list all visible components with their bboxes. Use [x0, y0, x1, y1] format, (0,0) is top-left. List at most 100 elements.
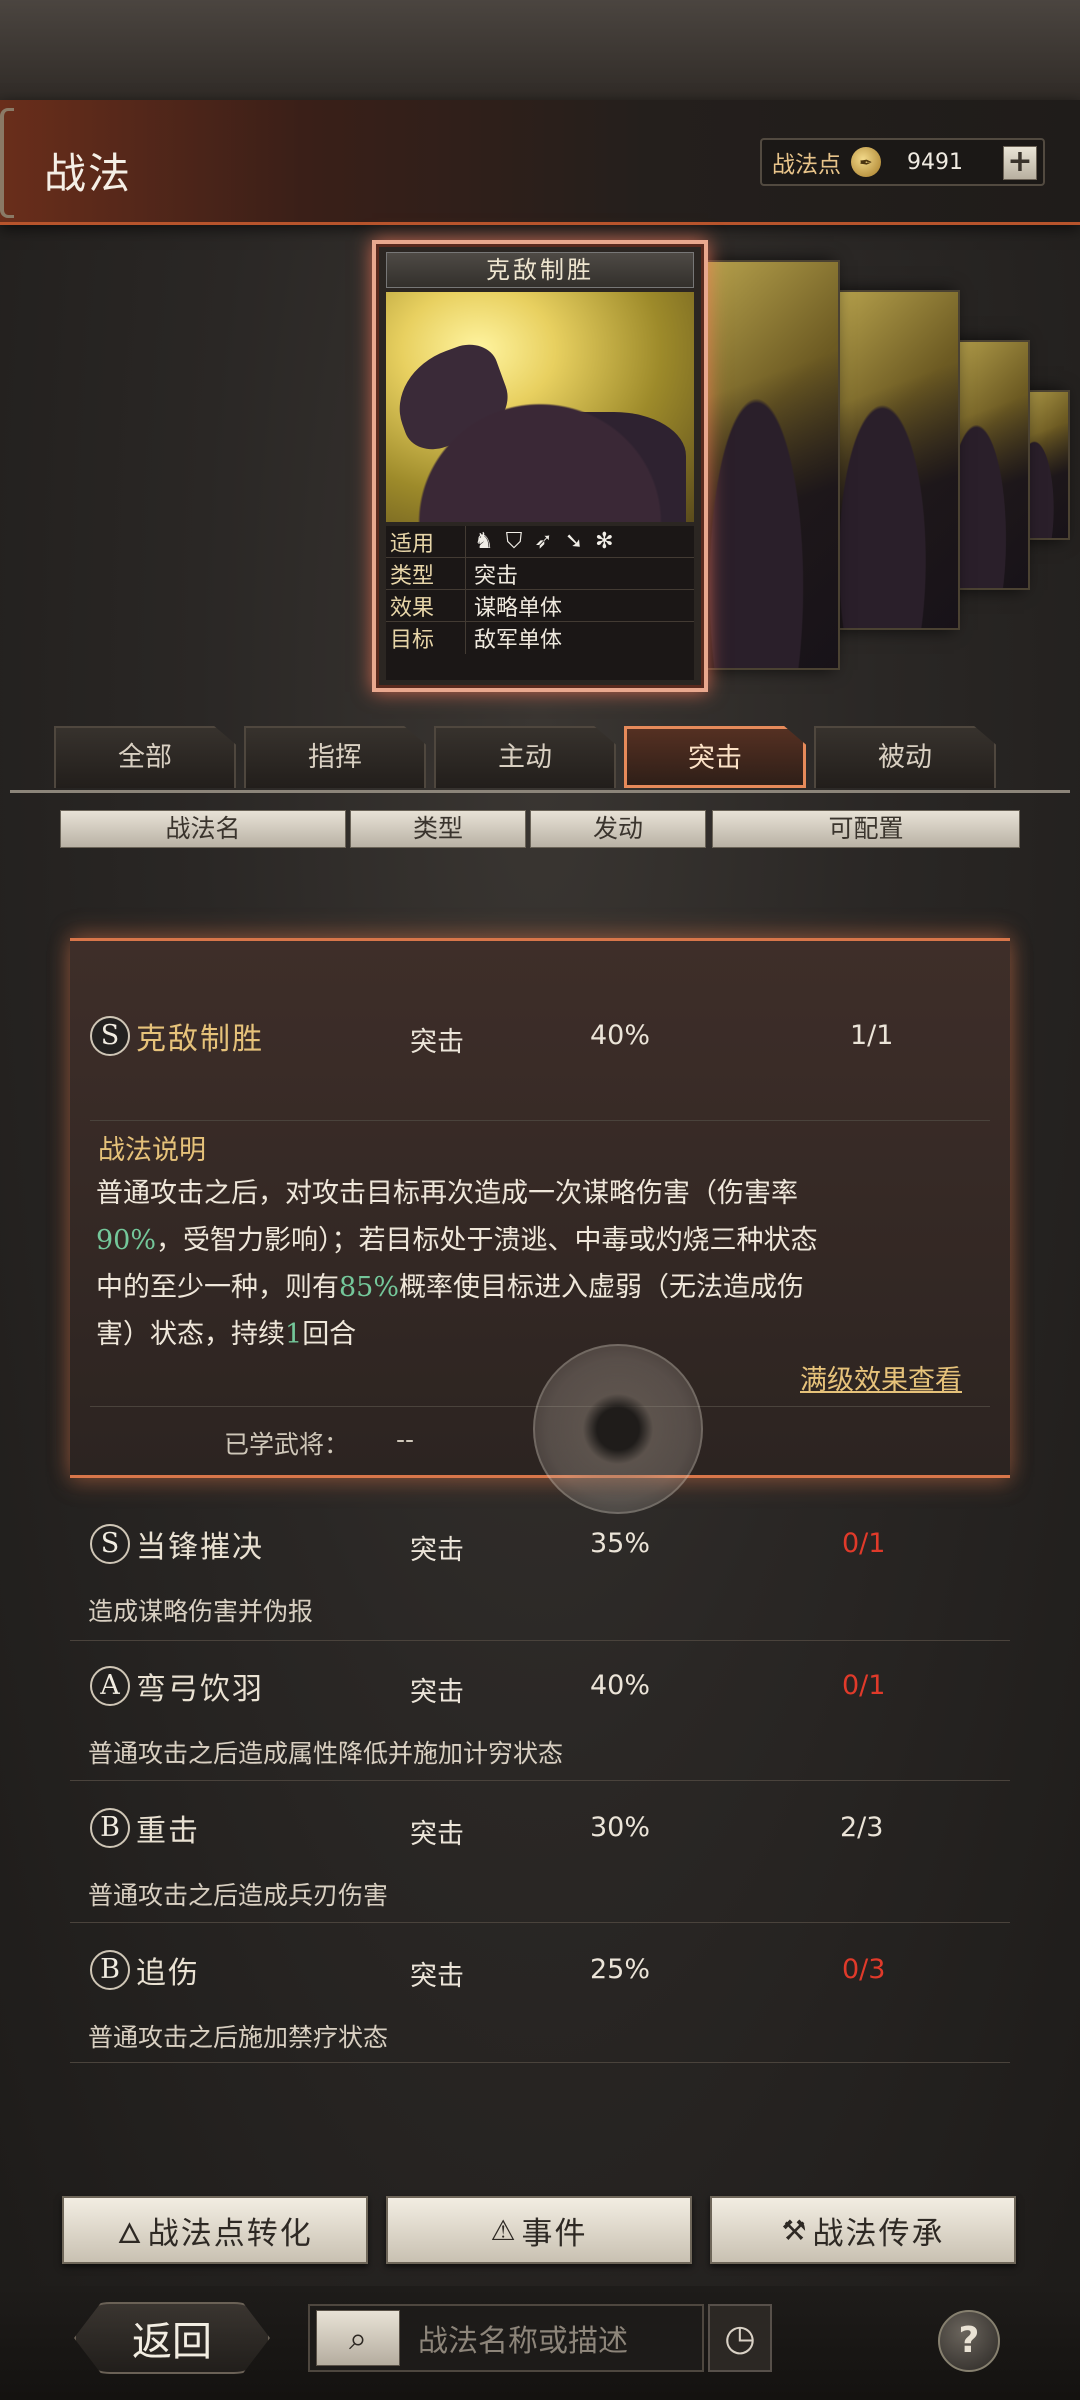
tactic-config: 1/1 — [850, 1020, 894, 1051]
learned-generals-value: -- — [396, 1425, 415, 1454]
grade-badge: A — [90, 1666, 130, 1706]
history-clock-icon[interactable]: ◷ — [708, 2304, 772, 2372]
grade-badge: B — [90, 1808, 130, 1848]
carousel-card-3[interactable] — [830, 290, 960, 630]
help-icon[interactable]: ? — [938, 2310, 1000, 2372]
carousel-card-2[interactable] — [700, 260, 840, 670]
grade-badge: S — [90, 1016, 130, 1056]
learned-generals-label: 已学武将： — [224, 1430, 350, 1459]
tab-passive[interactable]: 被动 — [814, 726, 996, 788]
desc-highlight: 85% — [339, 1272, 400, 1303]
card-info: 适用 ♞ ⛉ ➶ ➘ ✻ 类型 突击 效果 谋略单体 目标 敌军单体 — [386, 526, 694, 680]
tactic-summary: 普通攻击之后造成属性降低并施加计穷状态 — [88, 1739, 564, 1768]
hammer-icon: ⚒ — [781, 2213, 809, 2247]
touch-indicator — [533, 1344, 703, 1514]
column-header-configurable[interactable]: 可配置 — [712, 810, 1020, 848]
card-key: 效果 — [386, 590, 466, 621]
category-tabs: 全部 指挥 主动 突击 被动 — [54, 726, 998, 788]
tactic-type: 突击 — [410, 1961, 464, 1992]
siege-wheel-icon: ✻ — [595, 529, 614, 554]
search-icon[interactable]: ⌕ — [316, 2310, 400, 2366]
desc-highlight: 90% — [96, 1225, 157, 1256]
tactic-name: 重击 — [136, 1814, 200, 1849]
desc-line: 普通攻击之后，对攻击目标再次造成一次谋略伤害（伤害率 — [96, 1178, 798, 1209]
tactic-type: 突击 — [410, 1027, 464, 1058]
card-row-usable: 适用 ♞ ⛉ ➶ ➘ ✻ — [386, 526, 694, 558]
desc-line: ，受智力影响）；若目标处于溃逃、中毒或灼烧三种状态 — [156, 1225, 818, 1256]
button-label: 战法点转化 — [147, 2215, 313, 2252]
card-value: 敌军单体 — [474, 628, 563, 653]
tactic-name: 当锋摧决 — [136, 1530, 264, 1565]
divider — [90, 1120, 990, 1121]
tab-command[interactable]: 指挥 — [244, 726, 426, 788]
card-value: 谋略单体 — [474, 595, 563, 621]
search-placeholder[interactable]: 战法名称或描述 — [418, 2316, 628, 2360]
button-label: 战法传承 — [812, 2215, 945, 2252]
desc-line: 害）状态，持续 — [96, 1319, 285, 1350]
card-key: 类型 — [386, 558, 466, 589]
shield-icon: ⛉ — [505, 529, 523, 554]
grade-badge: B — [90, 1950, 130, 1990]
grade-badge: S — [90, 1524, 130, 1564]
tactic-name: 弯弓饮羽 — [136, 1672, 264, 1707]
tactic-config: 0/1 — [842, 1670, 886, 1701]
card-title: 克敌制胜 — [386, 252, 694, 288]
tactic-rate: 25% — [590, 1954, 651, 1985]
tab-active[interactable]: 主动 — [434, 726, 616, 788]
spear-icon: ➘ — [564, 529, 584, 554]
column-header-trigger[interactable]: 发动 — [530, 810, 706, 848]
events-button[interactable]: ⚠ 事件 — [386, 2196, 692, 2264]
tactic-points-coin-icon: ✒ — [851, 147, 881, 177]
tactic-type: 突击 — [410, 1819, 464, 1850]
convert-points-button[interactable]: 🜂 战法点转化 — [62, 2196, 368, 2264]
tactic-rate: 40% — [590, 1020, 651, 1051]
tactic-config: 0/3 — [842, 1954, 886, 1985]
divider — [70, 1922, 1010, 1923]
tab-all[interactable]: 全部 — [54, 726, 236, 788]
tactic-name: 克敌制胜 — [136, 1022, 264, 1057]
card-key: 目标 — [386, 622, 466, 654]
tactic-name: 追伤 — [136, 1956, 200, 1991]
top-strip — [0, 0, 1080, 100]
tactic-rate: 40% — [590, 1670, 651, 1701]
divider — [70, 1640, 1010, 1641]
tactic-type: 突击 — [410, 1677, 464, 1708]
card-key: 适用 — [386, 526, 466, 557]
tactic-description: 普通攻击之后，对攻击目标再次造成一次谋略伤害（伤害率 90%，受智力影响）；若目… — [96, 1170, 1016, 1358]
button-label: 事件 — [521, 2215, 588, 2252]
description-title: 战法说明 — [98, 1135, 206, 1166]
tactic-summary: 普通攻击之后施加禁疗状态 — [88, 2023, 389, 2052]
search-box[interactable]: ⌕ 战法名称或描述 — [308, 2304, 704, 2372]
column-header-type[interactable]: 类型 — [350, 810, 526, 848]
card-row-effect: 效果 谋略单体 — [386, 590, 694, 622]
card-artwork — [383, 292, 694, 522]
desc-line: 回合 — [302, 1319, 357, 1350]
card-row-target: 目标 敌军单体 — [386, 622, 694, 654]
page-title: 战法 — [44, 149, 133, 198]
back-button[interactable]: 返回 — [74, 2302, 270, 2374]
tactic-type: 突击 — [410, 1535, 464, 1566]
tactic-summary: 普通攻击之后造成兵刃伤害 — [88, 1881, 389, 1910]
header-bracket — [0, 108, 14, 218]
tactic-config: 2/3 — [840, 1812, 884, 1843]
column-header-name[interactable]: 战法名 — [60, 810, 346, 848]
tactic-points-value: 9491 — [907, 149, 963, 175]
flame-icon: 🜂 — [117, 2216, 144, 2250]
divider — [70, 1780, 1010, 1781]
tactic-rate: 30% — [590, 1812, 651, 1843]
tactic-config: 0/1 — [842, 1528, 886, 1559]
tactic-points-panel: 战法点 ✒ 9491 + — [760, 138, 1045, 186]
selected-tactic-card[interactable]: 克敌制胜 适用 ♞ ⛉ ➶ ➘ ✻ 类型 突击 效果 谋略单体 目标 敌军单体 — [372, 240, 708, 692]
cavalry-icon: ♞ — [474, 529, 494, 554]
unit-icons: ♞ ⛉ ➶ ➘ ✻ — [466, 529, 614, 554]
max-level-effect-link[interactable]: 满级效果查看 — [800, 1358, 962, 1397]
tactic-points-label: 战法点 — [772, 152, 841, 178]
inherit-tactic-button[interactable]: ⚒ 战法传承 — [710, 2196, 1016, 2264]
tab-underline — [10, 790, 1070, 793]
desc-line: 中的至少一种，则有 — [96, 1272, 339, 1303]
add-points-button[interactable]: + — [1003, 146, 1037, 180]
tactic-rate: 35% — [590, 1528, 651, 1559]
desc-highlight: 1 — [285, 1319, 303, 1350]
desc-line: 概率使目标进入虚弱（无法造成伤 — [399, 1272, 805, 1303]
tab-assault[interactable]: 突击 — [624, 726, 806, 788]
